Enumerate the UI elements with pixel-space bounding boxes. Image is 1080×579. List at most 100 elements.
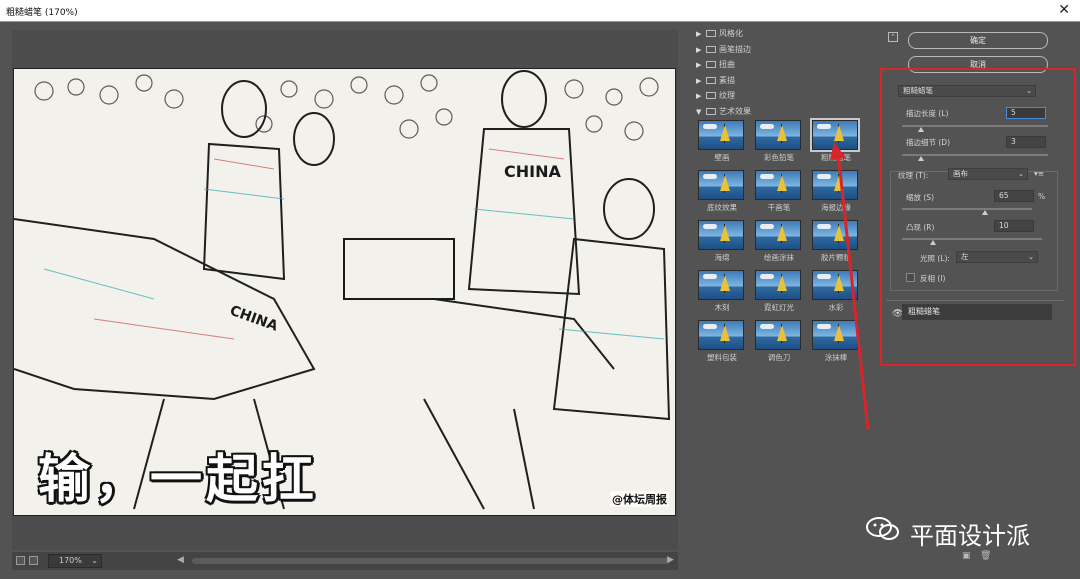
filter-folder[interactable]: ▶ 画笔描边 xyxy=(692,42,868,58)
chevron-down-icon: ⌄ xyxy=(1028,253,1034,261)
slider-knob-icon[interactable] xyxy=(918,127,924,132)
filter-preview-image[interactable] xyxy=(698,120,744,150)
filter-preview-image[interactable] xyxy=(810,118,860,152)
filter-thumbnail[interactable]: 霓虹灯光 xyxy=(755,270,803,313)
invert-checkbox[interactable] xyxy=(906,273,915,282)
filter-preview-image[interactable] xyxy=(698,320,744,350)
scaling-label: 缩放 (S) xyxy=(906,193,934,202)
scaling-input[interactable]: 65 xyxy=(994,190,1034,202)
texture-menu-icon[interactable]: ▾≡ xyxy=(1034,169,1044,178)
filter-folder[interactable]: ▶ 素描 xyxy=(692,73,868,89)
chevron-right-icon[interactable]: ▶ xyxy=(696,74,706,89)
cloud-icon xyxy=(817,224,831,229)
filter-thumbnail[interactable]: 粗糙蜡笔 xyxy=(810,118,860,163)
scaling-slider[interactable] xyxy=(902,208,1032,215)
chevron-down-icon: ⌄ xyxy=(91,556,98,565)
filter-thumbnail-label: 干画笔 xyxy=(767,203,791,212)
zoom-in-icon[interactable] xyxy=(29,556,38,565)
filter-preview-image[interactable] xyxy=(812,320,858,350)
slider-knob-icon[interactable] xyxy=(930,240,936,245)
slider-knob-icon[interactable] xyxy=(918,156,924,161)
ok-button[interactable]: 确定 xyxy=(908,32,1048,49)
filter-thumbnail-label: 壁画 xyxy=(714,153,730,162)
horizontal-scrollbar[interactable] xyxy=(192,558,670,564)
slider-knob-icon[interactable] xyxy=(982,210,988,215)
window-title: 粗糙蜡笔 (170%) xyxy=(6,8,78,18)
filter-preview-image[interactable] xyxy=(755,220,801,250)
chevron-down-icon[interactable]: ▼ xyxy=(696,105,706,120)
filter-thumbnail[interactable]: 木刻 xyxy=(698,270,746,313)
effect-layer-item[interactable]: 粗糙蜡笔 xyxy=(902,304,1052,320)
zoom-select[interactable]: 170% ⌄ xyxy=(48,554,102,568)
filter-thumbnail[interactable]: 塑料包装 xyxy=(698,320,746,363)
cloud-icon xyxy=(760,324,774,329)
filter-folder[interactable]: ▶ 纹理 xyxy=(692,88,868,104)
folder-icon xyxy=(706,30,716,37)
filter-thumbnail[interactable]: 调色刀 xyxy=(755,320,803,363)
filter-thumbnail[interactable]: 涂抹棒 xyxy=(812,320,860,363)
preview-bottom-bar: 170% ⌄ ◀ ▶ xyxy=(12,552,678,570)
cancel-button[interactable]: 取消 xyxy=(908,56,1048,73)
cloud-icon xyxy=(703,224,717,229)
settings-panel: ⌃ 确定 取消 粗糙蜡笔 ⌄ 描边长度 (L) 5 描边细节 (D) 3 纹理 … xyxy=(880,26,1068,556)
filter-preview-image[interactable] xyxy=(755,120,801,150)
scroll-left-icon[interactable]: ◀ xyxy=(177,555,184,565)
filter-preview-image[interactable] xyxy=(812,270,858,300)
preview-canvas[interactable]: CHINA CHINA 输，一起扛 @体坛周报 xyxy=(13,68,676,516)
filter-thumbnail[interactable]: 海报边缘 xyxy=(812,170,860,213)
filter-preview-image[interactable] xyxy=(698,170,744,200)
chevron-right-icon[interactable]: ▶ xyxy=(696,27,706,42)
sailboat-icon xyxy=(834,175,844,191)
filter-thumbnail[interactable]: 壁画 xyxy=(698,120,746,163)
chevron-right-icon[interactable]: ▶ xyxy=(696,43,706,58)
close-icon[interactable]: ✕ xyxy=(1058,2,1070,18)
filter-thumbnail[interactable]: 胶片颗粒 xyxy=(812,220,860,263)
stroke-length-slider[interactable] xyxy=(902,125,1048,132)
filter-preview-image[interactable] xyxy=(698,270,744,300)
filter-thumbnail[interactable]: 海绵 xyxy=(698,220,746,263)
filter-folder-label: 纹理 xyxy=(719,91,735,100)
light-select[interactable]: 左 ⌄ xyxy=(956,251,1038,263)
filter-thumbnail[interactable]: 干画笔 xyxy=(755,170,803,213)
filter-folder[interactable]: ▶ 扭曲 xyxy=(692,57,868,73)
stroke-length-input[interactable]: 5 xyxy=(1006,107,1046,119)
stroke-detail-slider[interactable] xyxy=(902,154,1048,161)
trash-icon[interactable]: 🗑 xyxy=(980,551,991,561)
scroll-right-icon[interactable]: ▶ xyxy=(667,555,674,565)
wechat-icon xyxy=(866,517,899,540)
filter-thumbnail-label: 海绵 xyxy=(714,253,730,262)
chevron-right-icon[interactable]: ▶ xyxy=(696,89,706,104)
filter-folder[interactable]: ▼ 艺术效果 xyxy=(692,104,868,120)
cloud-icon xyxy=(703,174,717,179)
filter-select[interactable]: 粗糙蜡笔 ⌄ xyxy=(898,85,1036,97)
filter-folder[interactable]: ▶ 风格化 xyxy=(692,26,868,42)
stroke-length-label: 描边长度 (L) xyxy=(906,109,949,118)
sailboat-icon xyxy=(720,275,730,291)
relief-input[interactable]: 10 xyxy=(994,220,1034,232)
chevron-right-icon[interactable]: ▶ xyxy=(696,58,706,73)
zoom-out-icon[interactable] xyxy=(16,556,25,565)
filter-preview-image[interactable] xyxy=(698,220,744,250)
chevron-down-icon: ⌄ xyxy=(1026,87,1032,95)
filter-thumbnail-label: 胶片颗粒 xyxy=(821,253,851,262)
light-label: 光照 (L): xyxy=(920,254,950,263)
sailboat-icon xyxy=(777,325,787,341)
filter-thumbnail[interactable]: 水彩 xyxy=(812,270,860,313)
new-layer-icon[interactable]: ▣ xyxy=(962,551,971,561)
filter-preview-image[interactable] xyxy=(812,170,858,200)
filter-thumbnail[interactable]: 底纹效果 xyxy=(698,170,746,213)
filter-preview-image[interactable] xyxy=(755,270,801,300)
filter-thumbnail[interactable]: 彩色铅笔 xyxy=(755,120,803,163)
sailboat-icon xyxy=(834,325,844,341)
filter-preview-image[interactable] xyxy=(755,320,801,350)
relief-slider[interactable] xyxy=(902,238,1042,245)
filter-thumbnail[interactable]: 绘画涂抹 xyxy=(755,220,803,263)
cloud-icon xyxy=(817,324,831,329)
filter-preview-image[interactable] xyxy=(755,170,801,200)
texture-select[interactable]: 画布 ⌄ xyxy=(948,168,1028,180)
cloud-icon xyxy=(703,274,717,279)
filter-preview-image[interactable] xyxy=(812,220,858,250)
texture-label: 纹理 (T): xyxy=(898,171,929,180)
collapse-icon[interactable]: ⌃ xyxy=(888,32,898,42)
stroke-detail-input[interactable]: 3 xyxy=(1006,136,1046,148)
